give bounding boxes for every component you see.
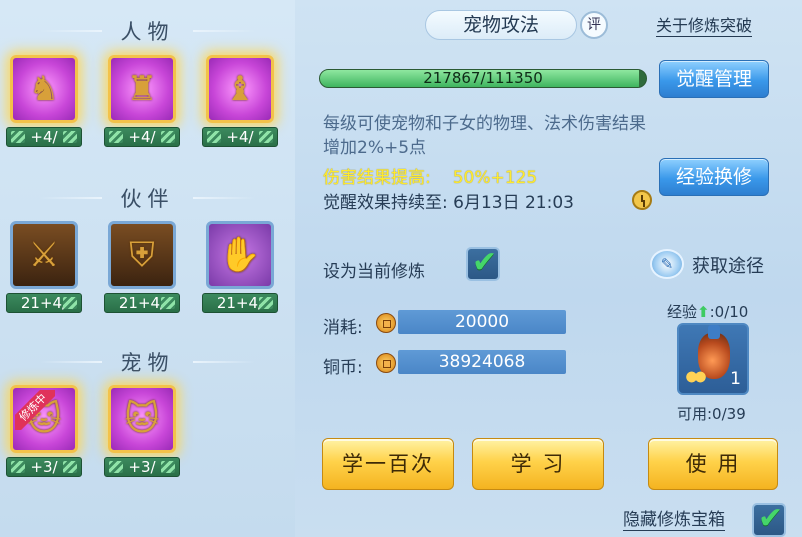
person-skill-icon: ♞ — [10, 55, 78, 123]
slot-level-bar: +3/ — [104, 457, 180, 477]
exp-progress-bar: 217867/111350 — [319, 69, 647, 88]
pet-skill-icon: 🐱 — [108, 385, 176, 453]
checkmark-icon: ✔ — [758, 501, 784, 536]
up-arrow-icon: ⬆ — [697, 303, 710, 321]
learn-hundred-button[interactable]: 学一百次 — [322, 438, 454, 490]
slot-partner-1[interactable]: ⚔ 21+4/ — [6, 221, 82, 317]
partner-skill-icon: ⛨ — [108, 221, 176, 289]
section-title-people: 人物 — [0, 16, 295, 46]
slot-level-bar: 21+4/ — [202, 293, 278, 313]
damage-value: 50%+125 — [452, 168, 538, 188]
section-title-pets: 宠物 — [0, 347, 295, 377]
slot-level-bar: +3/ — [6, 457, 82, 477]
coin-icon — [376, 313, 396, 333]
learn-button[interactable]: 学 习 — [472, 438, 604, 490]
skill-description: 每级可使宠物和子女的物理、法术伤害结果增加2%+5点 — [323, 114, 646, 158]
set-current-label: 设为当前修炼 — [323, 262, 425, 282]
consume-label: 消耗: — [323, 318, 363, 338]
awaken-duration: 觉醒效果持续至: 6月13日 21:03 — [323, 193, 574, 213]
acquire-route-link[interactable]: 获取途径 — [692, 252, 764, 278]
exp-exchange-button[interactable]: 经验换修 — [659, 158, 769, 196]
item-count: 1 — [730, 369, 741, 389]
slot-person-2[interactable]: ♜ +4/ — [104, 55, 180, 151]
item-available: 可用:0/39 — [677, 405, 746, 423]
cultivation-item-slot[interactable]: 1 — [677, 323, 749, 395]
about-breakthrough-link[interactable]: 关于修炼突破 — [656, 16, 753, 37]
skill-title: 宠物攻法 — [425, 10, 577, 40]
partner-skill-icon: ⚔ — [10, 221, 78, 289]
copper-label: 铜币: — [323, 358, 363, 378]
awaken-manage-button[interactable]: 觉醒管理 — [659, 60, 769, 98]
slot-level-bar: +4/ — [104, 127, 180, 147]
progress-text: 217867/111350 — [423, 69, 543, 87]
coins-icon — [685, 369, 707, 385]
damage-bonus: 伤害结果提高: 50%+125 — [323, 163, 537, 188]
slot-level-bar: +4/ — [202, 127, 278, 147]
checkmark-icon: ✔ — [472, 245, 498, 280]
slot-pet-2[interactable]: 🐱 +3/ — [104, 385, 180, 481]
copper-value: 38924068 — [398, 350, 566, 374]
person-skill-icon: ♜ — [108, 55, 176, 123]
item-exp: 经验⬆:0/10 — [667, 303, 749, 321]
set-current-checkbox[interactable]: ✔ — [466, 245, 500, 281]
slot-pet-1[interactable]: 🐱 修炼中 +3/ — [6, 385, 82, 481]
hide-chest-label: 隐藏修炼宝箱 — [623, 510, 725, 531]
acquire-route-icon[interactable]: ✎ — [650, 249, 684, 279]
person-skill-icon: ♝ — [206, 55, 274, 123]
section-title-partners: 伙伴 — [0, 183, 295, 213]
slot-partner-3[interactable]: ✋ 21+4/ — [202, 221, 278, 317]
clock-icon — [632, 190, 652, 210]
slot-level-bar: +4/ — [6, 127, 82, 147]
slot-level-bar: 21+4/ — [104, 293, 180, 313]
consume-value: 20000 — [398, 310, 566, 334]
rate-icon[interactable]: 评 — [580, 11, 608, 39]
slot-person-3[interactable]: ♝ +4/ — [202, 55, 278, 151]
use-button[interactable]: 使 用 — [648, 438, 778, 490]
pet-skill-icon: 🐱 修炼中 — [10, 385, 78, 453]
slot-partner-2[interactable]: ⛨ 21+4/ — [104, 221, 180, 317]
partner-skill-icon: ✋ — [206, 221, 274, 289]
cultivating-badge: 修炼中 — [15, 390, 55, 430]
damage-label: 伤害结果提高: — [323, 168, 431, 188]
slot-level-bar: 21+4/ — [6, 293, 82, 313]
hide-chest-checkbox[interactable]: ✔ — [752, 501, 786, 537]
coin-icon — [376, 353, 396, 373]
slot-person-1[interactable]: ♞ +4/ — [6, 55, 82, 151]
cultivation-category-panel: 人物 ♞ +4/ ♜ +4/ ♝ +4/ 伙伴 ⚔ 21+4/ ⛨ 21+4/ … — [0, 0, 295, 537]
